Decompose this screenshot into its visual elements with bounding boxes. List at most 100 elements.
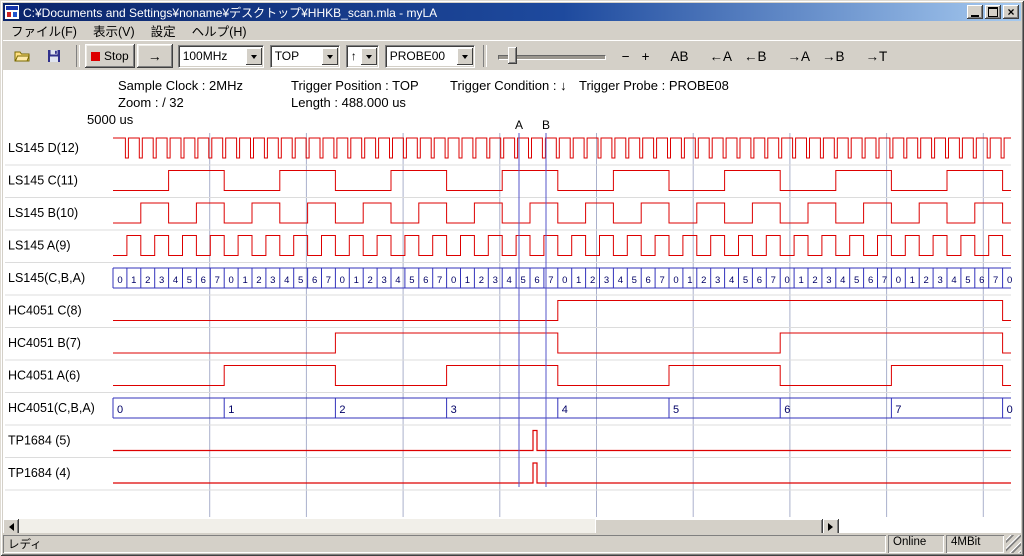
menu-item-0[interactable]: ファイル(F) bbox=[3, 19, 85, 42]
chevron-down-icon[interactable] bbox=[457, 48, 473, 65]
bus-value: 0 bbox=[228, 275, 233, 286]
stop-label: Stop bbox=[104, 49, 129, 63]
save-button[interactable] bbox=[39, 44, 69, 68]
run-button[interactable]: → bbox=[137, 44, 173, 68]
bus-value: 5 bbox=[632, 275, 637, 286]
trigger-probe-select[interactable]: PROBE00 bbox=[385, 45, 475, 68]
bus-value: 1 bbox=[131, 275, 136, 286]
bus-value: 4 bbox=[284, 275, 289, 286]
bus-value: 5 bbox=[520, 275, 525, 286]
bus-value: 5 bbox=[298, 275, 303, 286]
bus-value: 5 bbox=[673, 404, 679, 416]
bus-value: 0 bbox=[896, 275, 901, 286]
bus-value: 5 bbox=[409, 275, 414, 286]
bus-value: 4 bbox=[840, 275, 845, 286]
bus-value: 3 bbox=[826, 275, 831, 286]
wave-tp1684-5 bbox=[113, 431, 1011, 451]
trigger-edge-value: ↑ bbox=[347, 49, 361, 63]
run-arrow-icon: → bbox=[148, 49, 162, 63]
nav-button-→B[interactable]: →B bbox=[816, 45, 851, 67]
menubar: ファイル(F)表示(V)設定ヘルプ(H) bbox=[3, 21, 1021, 41]
toolbar-separator bbox=[483, 45, 487, 67]
zoom-slider-thumb[interactable] bbox=[508, 47, 517, 64]
bus-value: 1 bbox=[242, 275, 247, 286]
bus-value: 1 bbox=[687, 275, 692, 286]
bus-value: 0 bbox=[117, 275, 122, 286]
bus-value: 5 bbox=[187, 275, 192, 286]
bus-value: 2 bbox=[701, 275, 706, 286]
bus-value: 6 bbox=[646, 275, 651, 286]
left-arrow-icon bbox=[5, 523, 14, 531]
channel-label-ls145-c-b-a: LS145(C,B,A) bbox=[8, 271, 85, 285]
bus-value: 5 bbox=[965, 275, 970, 286]
nav-button-AB[interactable]: AB bbox=[664, 45, 694, 67]
statusbar: レディ Online 4MBit bbox=[3, 533, 1021, 553]
bus-value: 2 bbox=[339, 404, 345, 416]
chevron-down-icon[interactable] bbox=[246, 48, 262, 65]
minimize-button[interactable] bbox=[967, 5, 983, 19]
cursor-nav-buttons: −+ AB ←A←B →A→B →T bbox=[616, 45, 894, 67]
right-arrow-icon bbox=[828, 523, 837, 531]
bus-value: 0 bbox=[562, 275, 567, 286]
wave-tp1684-4 bbox=[113, 463, 1011, 483]
bus-value: 7 bbox=[771, 275, 776, 286]
bus-value: 4 bbox=[562, 404, 568, 416]
close-button[interactable]: × bbox=[1003, 5, 1019, 19]
menu-item-3[interactable]: ヘルプ(H) bbox=[184, 19, 255, 42]
cursor-a-label: A bbox=[515, 118, 523, 132]
maximize-button[interactable] bbox=[985, 5, 1001, 19]
bus-value: 5 bbox=[743, 275, 748, 286]
nav-button-←A[interactable]: ←A bbox=[703, 45, 738, 67]
chevron-down-icon[interactable] bbox=[361, 48, 377, 65]
channel-label-ls145-c-11: LS145 C(11) bbox=[8, 174, 78, 188]
bus-value: 3 bbox=[270, 275, 275, 286]
bus-value: 7 bbox=[215, 275, 220, 286]
resize-grip[interactable] bbox=[1006, 535, 1021, 553]
bus-value: 1 bbox=[576, 275, 581, 286]
stop-button[interactable]: Stop bbox=[85, 44, 135, 68]
zoom-slider[interactable] bbox=[498, 45, 606, 67]
bus-value: 1 bbox=[354, 275, 359, 286]
workspace: Sample Clock : 2MHz Trigger Position : T… bbox=[3, 70, 1021, 535]
bus-value: 6 bbox=[201, 275, 206, 286]
bus-value: 3 bbox=[604, 275, 609, 286]
bus-value: 2 bbox=[256, 275, 261, 286]
bus-value: 6 bbox=[979, 275, 984, 286]
nav-button-+[interactable]: + bbox=[636, 45, 656, 67]
menu-item-2[interactable]: 設定 bbox=[143, 19, 184, 42]
status-online: Online bbox=[888, 535, 944, 553]
bus-value: 0 bbox=[1007, 404, 1013, 416]
nav-button-→T[interactable]: →T bbox=[860, 45, 894, 67]
nav-button-−[interactable]: − bbox=[616, 45, 636, 67]
channel-label-ls145-a-9: LS145 A(9) bbox=[8, 239, 71, 253]
channel-label-hc4051-b-7: HC4051 B(7) bbox=[8, 336, 81, 350]
bus-value: 7 bbox=[659, 275, 664, 286]
wave-hc4051-c-8 bbox=[113, 301, 1011, 321]
nav-button-→A[interactable]: →A bbox=[782, 45, 817, 67]
bus-value: 6 bbox=[534, 275, 539, 286]
nav-button-←B[interactable]: ←B bbox=[738, 45, 773, 67]
sample-clock-select[interactable]: 100MHz bbox=[178, 45, 264, 68]
trigger-position-select[interactable]: TOP bbox=[270, 45, 340, 68]
bus-value: 4 bbox=[618, 275, 623, 286]
bus-value: 6 bbox=[784, 404, 790, 416]
channel-label-tp1684-5: TP1684 (5) bbox=[8, 434, 71, 448]
bus-value: 0 bbox=[117, 404, 123, 416]
bus-value: 3 bbox=[381, 275, 386, 286]
sample-clock-value: 100MHz bbox=[179, 49, 246, 63]
bus-value: 0 bbox=[1007, 275, 1012, 286]
app-icon bbox=[5, 5, 19, 19]
channel-label-hc4051-c-8: HC4051 C(8) bbox=[8, 304, 82, 318]
wave-ls145-b-10 bbox=[113, 203, 1011, 223]
chevron-down-icon[interactable] bbox=[322, 48, 338, 65]
trigger-edge-select[interactable]: ↑ bbox=[346, 45, 379, 68]
channel-label-hc4051-c-b-a: HC4051(C,B,A) bbox=[8, 401, 95, 415]
waveform-display[interactable]: LS145 D(12)LS145 C(11)LS145 B(10)LS145 A… bbox=[3, 70, 1021, 519]
bus-value: 2 bbox=[812, 275, 817, 286]
bus-value: 4 bbox=[395, 275, 400, 286]
open-button[interactable] bbox=[7, 44, 37, 68]
channel-label-hc4051-a-6: HC4051 A(6) bbox=[8, 369, 80, 383]
menu-item-1[interactable]: 表示(V) bbox=[85, 19, 143, 42]
bus-value: 7 bbox=[882, 275, 887, 286]
wave-hc4051-a-6 bbox=[113, 366, 1011, 386]
